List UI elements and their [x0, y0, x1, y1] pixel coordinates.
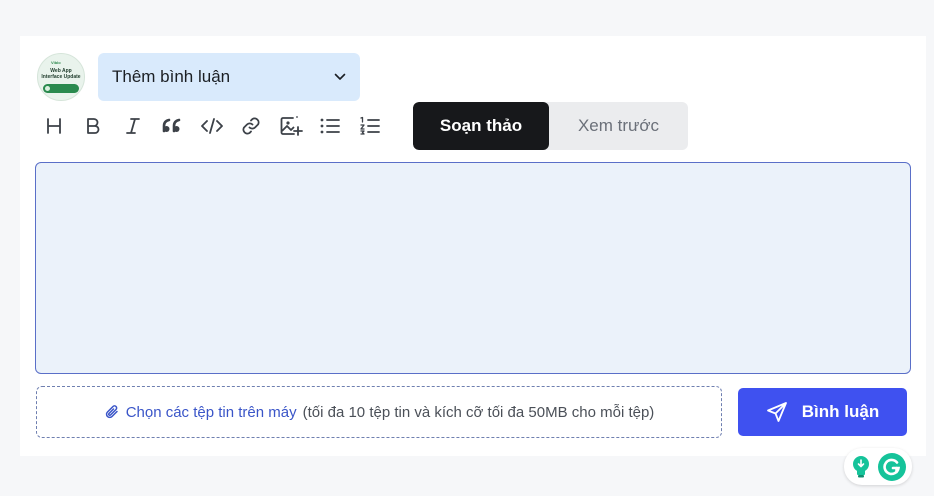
numbered-list-icon[interactable]: [350, 106, 390, 146]
comment-textarea[interactable]: [36, 163, 910, 373]
submit-label: Bình luận: [801, 402, 880, 421]
avatar-brand: Viblo: [51, 60, 61, 65]
bullet-list-icon[interactable]: [311, 106, 351, 146]
avatar-line-2: Interface Update: [41, 74, 81, 80]
dropdown-label: Thêm bình luận: [112, 67, 231, 86]
comment-card: Viblo Web App Interface Update Thêm bình…: [20, 36, 926, 485]
chevron-down-icon: [334, 71, 346, 83]
tab-compose[interactable]: Soạn thảo: [413, 102, 549, 150]
avatar-pill: [43, 84, 79, 93]
send-icon: [766, 401, 788, 423]
paperclip-icon: [104, 404, 120, 420]
avatar: Viblo Web App Interface Update: [37, 53, 85, 101]
submit-comment-button[interactable]: Bình luận: [738, 388, 907, 436]
file-dropzone[interactable]: Chọn các tệp tin trên máy (tối đa 10 tệp…: [36, 386, 722, 438]
link-icon[interactable]: [232, 106, 272, 146]
heading-icon[interactable]: [34, 106, 74, 146]
grammarly-logo-icon[interactable]: [878, 452, 906, 481]
image-add-icon[interactable]: [271, 106, 311, 146]
formatting-toolbar: [34, 106, 390, 146]
editor-mode-tabs: Soạn thảo Xem trước: [413, 102, 688, 150]
grammarly-widget: [844, 448, 912, 485]
bold-icon[interactable]: [74, 106, 114, 146]
file-limit-hint: (tối đa 10 tệp tin và kích cỡ tối đa 50M…: [302, 403, 655, 421]
comment-type-dropdown[interactable]: Thêm bình luận: [98, 53, 360, 101]
italic-icon[interactable]: [113, 106, 153, 146]
code-icon[interactable]: [192, 106, 232, 146]
lightbulb-icon[interactable]: [850, 454, 872, 480]
comment-editor: [35, 162, 912, 485]
choose-files-link[interactable]: Chọn các tệp tin trên máy: [126, 404, 297, 421]
quote-icon[interactable]: [153, 106, 193, 146]
tab-preview[interactable]: Xem trước: [549, 102, 688, 150]
